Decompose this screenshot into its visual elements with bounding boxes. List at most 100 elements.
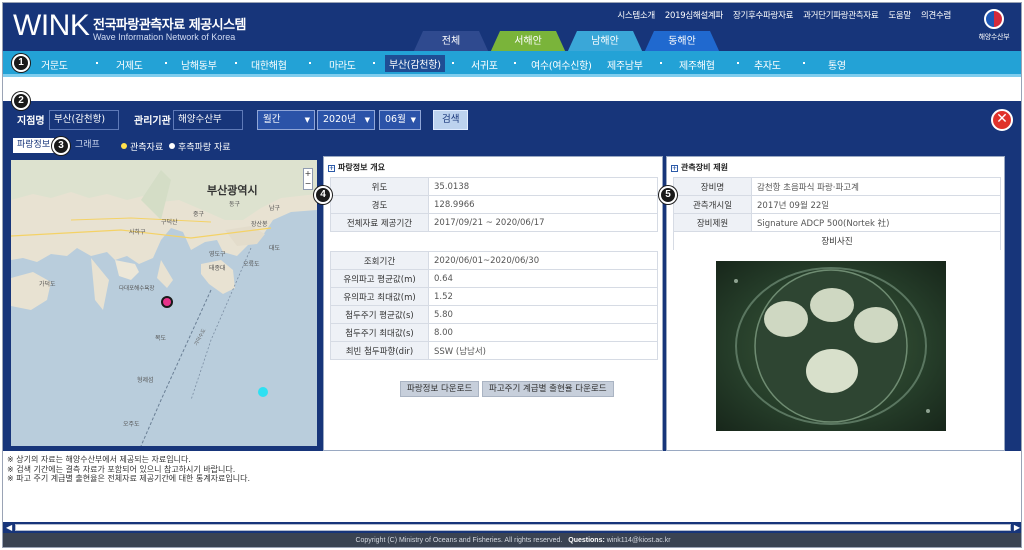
table-row: 유의파고 최대값(m) 1.52 [330, 287, 658, 306]
agency-label: 관리기관 [134, 116, 171, 127]
station-name-field[interactable]: 부산(감천항) [49, 110, 119, 130]
svg-text:목도: 목도 [155, 335, 167, 342]
legend-hindcast[interactable]: 후측파랑 자료 [169, 140, 231, 153]
legend-observed[interactable]: 관측자료 [121, 140, 163, 153]
station-chujado[interactable]: 추자도 [754, 57, 781, 72]
tab-east-coast[interactable]: 동해안 [644, 31, 720, 53]
month-value: 06월 [385, 114, 406, 125]
footer: Copyright (C) Ministry of Oceans and Fis… [3, 533, 1021, 547]
separator [452, 62, 454, 64]
station-jeju-strait[interactable]: 제주해협 [679, 57, 715, 72]
taegeuk-icon [984, 9, 1004, 29]
callout-marker-5: 5 [659, 186, 677, 204]
search-bar: 지점명 부산(감천항) 관리기관 해양수산부 월간 ▼ 2020년 ▼ 06월 ▼ 검… [3, 101, 1021, 135]
horizontal-scrollbar[interactable]: ◀ ▶ [3, 522, 1021, 533]
photo-caption: 장비사진 [673, 231, 1001, 250]
wave-info-download-button[interactable]: 파랑정보 다운로드 [400, 381, 480, 397]
link-hindcast[interactable]: 장기후수파랑자료 [733, 9, 793, 21]
content-area: 부산광역시 구덕산 사하구 중구 영도구 동구 남구 장산봉 대도 가덕도 다대… [3, 153, 1021, 451]
callout-marker-1: 1 [12, 54, 30, 72]
tab-west-coast[interactable]: 서해안 [490, 31, 566, 53]
caret-down-icon: ▼ [410, 116, 416, 124]
station-namhae-east[interactable]: 남해동부 [181, 57, 217, 72]
zoom-out-button[interactable]: − [304, 179, 312, 189]
station-korea-strait[interactable]: 대한해협 [251, 57, 287, 72]
station-busan-gamcheon[interactable]: 부산(감천항) [385, 55, 445, 72]
note-line: ※ 검색 기간에는 결측 자료가 포함되어 있으니 참고하시기 바랍니다. [7, 464, 236, 474]
year-select[interactable]: 2020년 ▼ [317, 110, 375, 130]
station-marado[interactable]: 마라도 [329, 57, 356, 72]
svg-text:형제섬: 형제섬 [137, 376, 154, 384]
tab-south-coast[interactable]: 남해안 [567, 31, 643, 53]
top-links: 시스템소개 2019심해설계파 장기후수파랑자료 과거단기파랑관측자료 도움말 … [617, 9, 951, 21]
plus-box-icon: + [328, 165, 335, 172]
link-system-intro[interactable]: 시스템소개 [617, 9, 655, 21]
table-row: 경도 128.9966 [330, 195, 658, 214]
station-seogwipo[interactable]: 서귀포 [471, 57, 498, 72]
map-canvas: 부산광역시 구덕산 사하구 중구 영도구 동구 남구 장산봉 대도 가덕도 다대… [11, 160, 317, 446]
region-tabs: 전체 서해안 남해안 동해안 [413, 31, 721, 53]
scroll-right-icon[interactable]: ▶ [1014, 522, 1020, 533]
scroll-track[interactable] [15, 524, 1011, 531]
tab-wave-info[interactable]: 파랑정보 [13, 138, 55, 153]
svg-text:장산봉: 장산봉 [251, 220, 268, 228]
period-select[interactable]: 월간 ▼ [257, 110, 315, 130]
contact-email[interactable]: wink114@kiost.ac.kr [607, 537, 671, 544]
tab-all[interactable]: 전체 [413, 31, 489, 53]
ministry-emblem[interactable]: 해양수산부 [971, 9, 1017, 47]
white-dot-icon [169, 143, 175, 149]
separator [235, 62, 237, 64]
link-design-wave[interactable]: 2019심해설계파 [665, 9, 723, 21]
zoom-in-button[interactable]: + [304, 169, 312, 179]
separator [660, 62, 662, 64]
caret-down-icon: ▼ [304, 116, 310, 124]
tab-graph[interactable]: 그래프 [71, 138, 104, 153]
search-button[interactable]: 검색 [433, 110, 469, 130]
month-select[interactable]: 06월 ▼ [379, 110, 421, 130]
caret-down-icon: ▼ [364, 116, 370, 124]
separator [165, 62, 167, 64]
table-row: 전체자료 제공기간 2017/09/21 ~ 2020/06/17 [330, 213, 658, 232]
plus-box-icon: + [671, 165, 678, 172]
link-feedback[interactable]: 의견수렴 [921, 9, 951, 21]
table-row: 첨두주기 최대값(s) 8.00 [330, 323, 658, 342]
overview-panel: + 파랑정보 개요 위도 35.0138 경도 128.9966 전체자료 제공기간 2… [323, 156, 663, 451]
callout-marker-4: 4 [314, 186, 332, 204]
location-table: 위도 35.0138 경도 128.9966 전체자료 제공기간 2017/09/21… [330, 177, 658, 232]
table-row: 장비사진 [673, 231, 1001, 250]
table-row: 최빈 첨두파향(dir) SSW (남남서) [330, 341, 658, 360]
station-geomundo[interactable]: 거문도 [41, 57, 68, 72]
scroll-left-icon[interactable]: ◀ [6, 522, 12, 533]
station-geojedo[interactable]: 거제도 [116, 57, 143, 72]
adcp-sensor-image [734, 267, 930, 425]
stats-table: 조회기간 2020/06/01~2020/06/30 유의파고 평균값(m) 0.6… [330, 251, 658, 360]
sub-tab-row: 파랑정보 그래프 관측자료 후측파랑 자료 [3, 135, 1021, 153]
agency-field[interactable]: 해양수산부 [173, 110, 243, 130]
questions-label: Questions: [568, 537, 605, 544]
table-row: 첨두주기 평균값(s) 5.80 [330, 305, 658, 324]
copyright-text: Copyright (C) Ministry of Oceans and Fis… [355, 537, 563, 544]
link-help[interactable]: 도움말 [888, 9, 911, 21]
callout-marker-2: 2 [12, 92, 30, 110]
link-past-data[interactable]: 과거단기파랑관측자료 [803, 9, 879, 21]
table-row: 장비제원 Signature ADCP 500(Nortek 社) [673, 213, 1001, 232]
station-tongyeong[interactable]: 통영 [828, 57, 846, 72]
map-city-label: 부산광역시 [207, 183, 258, 197]
logo[interactable]: WINK [13, 11, 90, 41]
svg-text:구덕산: 구덕산 [161, 218, 178, 226]
station-yeosu[interactable]: 여수(여수신항) [531, 57, 592, 72]
station-jeju-south[interactable]: 제주남부 [607, 57, 643, 72]
header: WINK 전국파랑관측자료 제공시스템 Wave Information Net… [3, 3, 1021, 53]
equipment-table: 장비명 감천항 초음파식 파랑·파고계 관측개시일 2017년 09월 22일 장비… [673, 177, 1001, 250]
equipment-title: + 관측장비 제원 [671, 163, 728, 172]
callout-marker-3: 3 [52, 137, 70, 155]
table-row: 유의파고 평균값(m) 0.64 [330, 269, 658, 288]
close-icon[interactable]: ✕ [991, 109, 1013, 131]
period-frequency-download-button[interactable]: 파고주기 계급별 출현율 다운로드 [482, 381, 614, 397]
svg-text:다대포해수욕장: 다대포해수욕장 [119, 284, 154, 292]
separator [514, 62, 516, 64]
separator [373, 62, 375, 64]
separator [96, 62, 98, 64]
separator [737, 62, 739, 64]
map-view[interactable]: 부산광역시 구덕산 사하구 중구 영도구 동구 남구 장산봉 대도 가덕도 다대… [11, 160, 317, 446]
